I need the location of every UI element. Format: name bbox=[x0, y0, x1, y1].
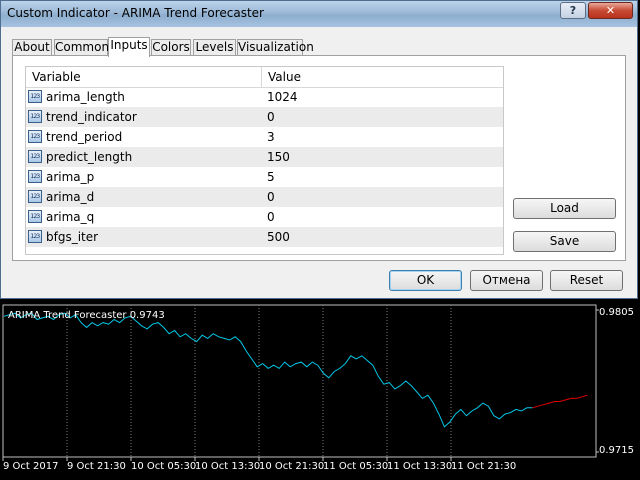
table-row[interactable]: 123 bfgs_iter 500 bbox=[26, 227, 503, 247]
time-label: 11 Oct 13:30 bbox=[387, 461, 453, 472]
save-button[interactable]: Save bbox=[513, 231, 616, 252]
time-label: 10 Oct 13:30 bbox=[195, 461, 261, 472]
forecast-series-line bbox=[532, 394, 588, 409]
window-title: Custom Indicator - ARIMA Trend Forecaste… bbox=[7, 6, 264, 20]
indicator-label: ARIMA Trend Forecaster 0.9743 bbox=[8, 310, 165, 321]
param-name: trend_period bbox=[46, 130, 123, 144]
table-row[interactable]: 123 predict_length 150 bbox=[26, 147, 503, 167]
integer-type-icon: 123 bbox=[28, 190, 42, 203]
integer-type-icon: 123 bbox=[28, 170, 42, 183]
ok-button[interactable]: OK bbox=[389, 270, 462, 291]
close-icon: ✕ bbox=[605, 4, 616, 17]
param-name: arima_q bbox=[46, 210, 95, 224]
param-name: arima_p bbox=[46, 170, 95, 184]
time-label: 11 Oct 21:30 bbox=[451, 461, 517, 472]
time-label: 9 Oct 21:30 bbox=[67, 461, 126, 472]
column-header-variable[interactable]: Variable bbox=[32, 70, 81, 84]
param-value[interactable]: 3 bbox=[267, 130, 275, 144]
history-series-line bbox=[3, 312, 533, 428]
param-value[interactable]: 0 bbox=[267, 110, 275, 124]
indicator-dialog: Custom Indicator - ARIMA Trend Forecaste… bbox=[0, 0, 638, 299]
table-row[interactable]: 123 trend_period 3 bbox=[26, 127, 503, 147]
tab-common[interactable]: Common bbox=[54, 39, 109, 56]
price-label-bottom: 0.9715 bbox=[599, 445, 634, 456]
plot-frame bbox=[2, 304, 597, 458]
chart-plot[interactable] bbox=[0, 302, 640, 480]
parameters-table: Variable Value 123 arima_length 1024 123… bbox=[25, 66, 504, 255]
integer-type-icon: 123 bbox=[28, 130, 42, 143]
table-row[interactable]: 123 arima_d 0 bbox=[26, 187, 503, 207]
close-button[interactable]: ✕ bbox=[588, 2, 633, 19]
param-name: arima_length bbox=[46, 90, 125, 104]
table-row[interactable]: 123 trend_indicator 0 bbox=[26, 107, 503, 127]
param-value[interactable]: 500 bbox=[267, 230, 290, 244]
tab-about[interactable]: About bbox=[12, 39, 52, 56]
param-name: arima_d bbox=[46, 190, 95, 204]
time-label: 10 Oct 21:30 bbox=[259, 461, 325, 472]
param-name: bfgs_iter bbox=[46, 230, 99, 244]
time-label: 11 Oct 05:30 bbox=[323, 461, 389, 472]
reset-button[interactable]: Reset bbox=[550, 270, 623, 291]
table-row[interactable]: 123 arima_length 1024 bbox=[26, 87, 503, 107]
tab-colors[interactable]: Colors bbox=[151, 39, 191, 56]
column-divider[interactable] bbox=[261, 67, 262, 87]
table-row[interactable]: 123 arima_q 0 bbox=[26, 207, 503, 227]
integer-type-icon: 123 bbox=[28, 150, 42, 163]
price-label-top: 0.9805 bbox=[599, 307, 634, 318]
integer-type-icon: 123 bbox=[28, 90, 42, 103]
param-value[interactable]: 5 bbox=[267, 170, 275, 184]
title-bar[interactable]: Custom Indicator - ARIMA Trend Forecaste… bbox=[1, 1, 637, 27]
table-row[interactable]: 123 arima_p 5 bbox=[26, 167, 503, 187]
param-value[interactable]: 0 bbox=[267, 190, 275, 204]
param-name: trend_indicator bbox=[46, 110, 137, 124]
param-value[interactable]: 0 bbox=[267, 210, 275, 224]
integer-type-icon: 123 bbox=[28, 230, 42, 243]
tab-inputs[interactable]: Inputs bbox=[108, 37, 150, 57]
cancel-button[interactable]: Отмена bbox=[470, 270, 543, 291]
time-label: 9 Oct 2017 bbox=[3, 461, 59, 472]
tab-levels[interactable]: Levels bbox=[193, 39, 236, 56]
load-button[interactable]: Load bbox=[513, 198, 616, 219]
column-header-value[interactable]: Value bbox=[268, 70, 301, 84]
table-header: Variable Value bbox=[26, 67, 503, 88]
price-chart[interactable]: ARIMA Trend Forecaster 0.9743 0.9805 0.9… bbox=[0, 302, 640, 480]
param-value[interactable]: 1024 bbox=[267, 90, 298, 104]
tab-visualization[interactable]: Visualization bbox=[237, 39, 314, 56]
help-button[interactable]: ? bbox=[560, 2, 586, 19]
integer-type-icon: 123 bbox=[28, 110, 42, 123]
inputs-panel: Variable Value 123 arima_length 1024 123… bbox=[12, 55, 626, 261]
param-name: predict_length bbox=[46, 150, 133, 164]
param-value[interactable]: 150 bbox=[267, 150, 290, 164]
time-label: 10 Oct 05:30 bbox=[131, 461, 197, 472]
help-icon: ? bbox=[569, 4, 577, 17]
integer-type-icon: 123 bbox=[28, 210, 42, 223]
